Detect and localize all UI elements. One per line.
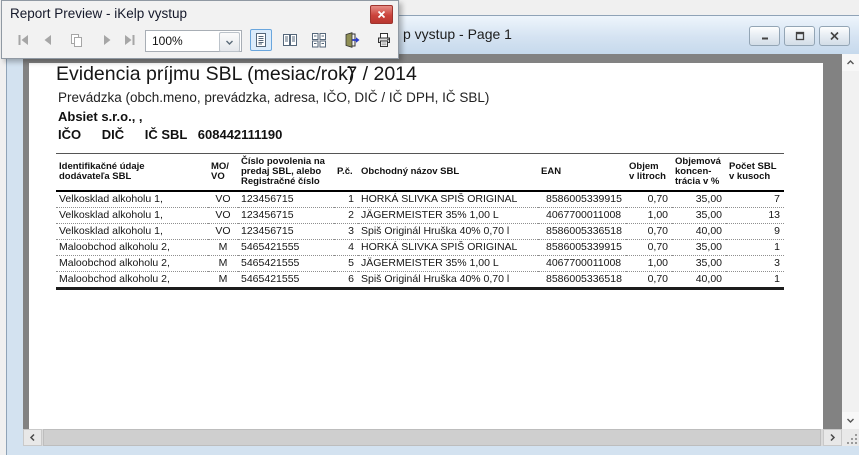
chevron-up-icon (846, 58, 855, 67)
col-header: Identifikačné údaje dodávateľa SBL (56, 154, 208, 192)
col-header: EAN (538, 154, 626, 192)
report-preview-dialog: Report Preview - iKelp vystup (1, 0, 399, 59)
preview-client-area: Evidencia príjmu SBL (mesiac/rok)7 / 201… (23, 54, 859, 446)
chevron-down-icon (225, 38, 234, 47)
ic-sbl-value: 608442111190 (198, 127, 283, 142)
ic-sbl-label: IČ SBL (145, 127, 187, 142)
vertical-scrollbar[interactable] (842, 54, 859, 429)
table-row: Velkosklad alkoholu 1, VO 123456715 3 Sp… (56, 224, 784, 240)
minimize-icon (760, 31, 770, 41)
report-company: Absiet s.r.o., , (58, 109, 143, 124)
col-header: Počet SBL v kusoch (726, 154, 784, 192)
table-row: Maloobchod alkoholu 2, M 5465421555 5 JÄ… (56, 256, 784, 272)
single-page-view-button[interactable] (250, 29, 272, 51)
four-page-view-button[interactable] (308, 29, 330, 51)
scroll-down-button[interactable] (842, 412, 859, 429)
scroll-right-button[interactable] (823, 429, 842, 446)
ico-label: IČO (58, 127, 81, 142)
zoom-value: 100% (152, 34, 183, 48)
report-period: 7 / 2014 (346, 63, 416, 85)
close-button[interactable] (819, 26, 850, 46)
report-page: Evidencia príjmu SBL (mesiac/rok)7 / 201… (29, 63, 823, 429)
previous-page-icon (40, 32, 56, 48)
page-viewport: Evidencia príjmu SBL (mesiac/rok)7 / 201… (23, 54, 842, 429)
close-icon (377, 10, 386, 19)
single-page-view-icon (253, 32, 269, 48)
scroll-left-button[interactable] (23, 429, 42, 446)
next-page-button[interactable] (96, 29, 118, 51)
close-preview-button[interactable] (340, 29, 362, 51)
report-subtitle: Prevádzka (obch.meno, prevádzka, adresa,… (58, 90, 489, 105)
print-button[interactable] (373, 29, 395, 51)
resize-grip-icon (846, 433, 859, 446)
preview-titlebar[interactable]: Report Preview - iKelp vystup (2, 1, 398, 27)
maximize-button[interactable] (784, 26, 815, 46)
col-header: MO/ VO (208, 154, 238, 192)
minimize-button[interactable] (749, 26, 780, 46)
dic-label: DIČ (102, 127, 124, 142)
report-registration-line: IČO DIČ IČ SBL 608442111190 (58, 127, 282, 142)
col-header: Objemová koncen- trácia v % (672, 154, 726, 192)
next-page-icon (99, 32, 115, 48)
first-page-icon (15, 32, 31, 48)
select-pages-button[interactable] (65, 29, 87, 51)
table-row: Maloobchod alkoholu 2, M 5465421555 6 Sp… (56, 272, 784, 289)
table-row: Maloobchod alkoholu 2, M 5465421555 4 HO… (56, 240, 784, 256)
exit-door-icon (343, 32, 360, 48)
col-header: Číslo povolenia na predaj SBL, alebo Reg… (238, 154, 334, 192)
scroll-up-button[interactable] (842, 54, 859, 71)
table-row: Velkosklad alkoholu 1, VO 123456715 2 JÄ… (56, 208, 784, 224)
col-header: Obchodný názov SBL (358, 154, 538, 192)
two-page-view-icon (282, 32, 298, 48)
report-title: Evidencia príjmu SBL (mesiac/rok)7 / 201… (56, 63, 417, 86)
chevron-right-icon (828, 433, 837, 442)
close-icon (829, 31, 840, 41)
preview-toolbar: 100% (2, 27, 398, 57)
first-page-button[interactable] (12, 29, 34, 51)
chevron-left-icon (28, 433, 37, 442)
sbl-table: Identifikačné údaje dodávateľa SBL MO/ V… (56, 153, 784, 290)
printer-icon (376, 32, 392, 48)
resize-grip[interactable] (842, 429, 859, 446)
desktop: p vystup - Page 1 Ev (0, 0, 859, 455)
previous-page-button[interactable] (37, 29, 59, 51)
main-window-title: p vystup - Page 1 (403, 26, 512, 42)
horizontal-scrollbar[interactable] (23, 429, 842, 446)
table-header-row: Identifikačné údaje dodávateľa SBL MO/ V… (56, 154, 784, 192)
col-header: P.č. (334, 154, 358, 192)
pages-icon (68, 32, 84, 48)
col-header: Objem v litroch (626, 154, 672, 192)
four-page-view-icon (311, 32, 327, 48)
two-page-view-button[interactable] (279, 29, 301, 51)
zoom-dropdown-button[interactable] (219, 32, 240, 52)
zoom-select[interactable]: 100% (145, 30, 242, 52)
main-window: p vystup - Page 1 Ev (6, 15, 859, 455)
last-page-button[interactable] (119, 29, 141, 51)
preview-close-button[interactable] (370, 5, 393, 24)
last-page-icon (122, 32, 138, 48)
maximize-icon (795, 31, 805, 41)
table-row: Velkosklad alkoholu 1, VO 123456715 1 HO… (56, 191, 784, 208)
preview-title: Report Preview - iKelp vystup (10, 6, 187, 21)
horizontal-scroll-thumb[interactable] (43, 429, 821, 446)
chevron-down-icon (846, 416, 855, 425)
